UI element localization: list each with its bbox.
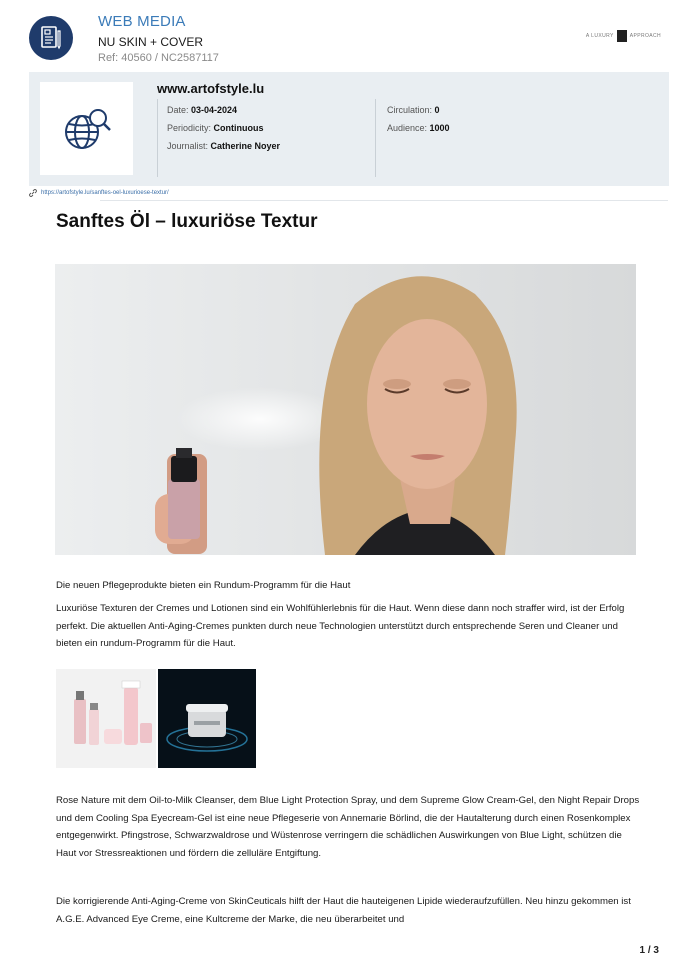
media-type-label: WEB MEDIA bbox=[98, 13, 186, 30]
journalist-row: Journalist: Catherine Noyer bbox=[167, 137, 280, 155]
source-site: www.artofstyle.lu bbox=[157, 81, 265, 96]
journalist-value: Catherine Noyer bbox=[210, 141, 281, 151]
periodicity-row: Periodicity: Continuous bbox=[167, 119, 280, 137]
document-icon bbox=[29, 16, 73, 60]
article-url[interactable]: https://artofstyle.lu/sanftes-oel-luxuri… bbox=[41, 190, 169, 196]
source-meta-left: Date: 03-04-2024 Periodicity: Continuous… bbox=[167, 101, 280, 155]
source-info-panel: www.artofstyle.lu Date: 03-04-2024 Perio… bbox=[29, 72, 669, 186]
url-divider bbox=[100, 200, 668, 201]
divider-left bbox=[157, 99, 158, 177]
circulation-value: 0 bbox=[434, 105, 440, 115]
divider-middle bbox=[375, 99, 376, 177]
journalist-label: Journalist: bbox=[167, 141, 211, 151]
client-name: NU SKIN + COVER bbox=[98, 35, 204, 49]
date-label: Date: bbox=[167, 105, 192, 115]
product-image-skinceuticals bbox=[158, 669, 256, 768]
page-indicator: 1 / 3 bbox=[639, 945, 659, 956]
circulation-row: Circulation: 0 bbox=[387, 101, 450, 119]
date-row: Date: 03-04-2024 bbox=[167, 101, 280, 119]
article-title: Sanftes Öl – luxuriöse Textur bbox=[56, 211, 318, 232]
source-meta-right: Circulation: 0 Audience: 1000 bbox=[387, 101, 450, 137]
brand-mark-icon bbox=[616, 30, 627, 42]
article-url-row[interactable]: https://artofstyle.lu/sanftes-oel-luxuri… bbox=[29, 189, 169, 197]
reference-number: Ref: 40560 / NC2587117 bbox=[98, 52, 219, 64]
periodicity-value: Continuous bbox=[213, 123, 264, 133]
article-intro: Die neuen Pflegeprodukte bieten ein Rund… bbox=[56, 580, 351, 591]
audience-value: 1000 bbox=[429, 123, 450, 133]
globe-search-icon bbox=[40, 82, 133, 175]
date-value: 03-04-2024 bbox=[191, 105, 238, 115]
brand-logo: A LUXURY APPROACH bbox=[586, 30, 661, 42]
article-paragraph-3: Die korrigierende Anti-Aging-Creme von S… bbox=[56, 896, 631, 925]
hero-image bbox=[55, 264, 636, 555]
report-header: WEB MEDIA NU SKIN + COVER Ref: 40560 / N… bbox=[0, 0, 679, 70]
brand-text-left: A LUXURY bbox=[585, 33, 614, 39]
circulation-label: Circulation: bbox=[387, 105, 435, 115]
article-paragraph-1: Luxuriöse Texturen der Cremes und Lotion… bbox=[56, 603, 625, 649]
audience-row: Audience: 1000 bbox=[387, 119, 450, 137]
periodicity-label: Periodicity: bbox=[167, 123, 214, 133]
brand-text-right: APPROACH bbox=[629, 33, 661, 39]
product-image-rose-nature bbox=[56, 669, 156, 768]
link-icon bbox=[29, 189, 37, 197]
article-paragraph-2: Rose Nature mit dem Oil-to-Milk Cleanser… bbox=[56, 795, 640, 859]
audience-label: Audience: bbox=[387, 123, 430, 133]
